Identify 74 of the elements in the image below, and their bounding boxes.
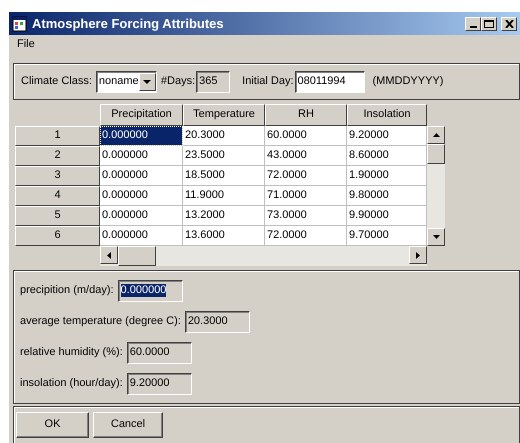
row-header[interactable]: 5 bbox=[15, 206, 100, 226]
value-field[interactable]: 9.20000 bbox=[126, 372, 192, 394]
row-header[interactable]: 3 bbox=[15, 166, 100, 186]
field-label: relative humidity (%): bbox=[20, 346, 123, 360]
scroll-right-button[interactable] bbox=[409, 246, 427, 264]
table-cell[interactable]: 18.5000 bbox=[183, 166, 265, 186]
climate-class-dropdown[interactable]: noname bbox=[96, 70, 157, 92]
field-label: average temperature (degree C): bbox=[20, 314, 181, 328]
scroll-left-button[interactable] bbox=[100, 246, 118, 264]
up-arrow-icon bbox=[432, 133, 440, 137]
climate-class-label: Climate Class: bbox=[21, 74, 92, 88]
initial-day-field[interactable]: 08011994 bbox=[294, 70, 365, 92]
table-cell[interactable]: 1.90000 bbox=[347, 166, 427, 186]
table-cell[interactable]: 0.000000 bbox=[100, 186, 183, 206]
value-field[interactable]: 20.3000 bbox=[184, 310, 250, 332]
right-arrow-icon bbox=[416, 252, 420, 258]
table-cell[interactable]: 60.0000 bbox=[265, 126, 347, 146]
down-arrow-icon bbox=[432, 235, 440, 239]
date-format-hint: (MMDDYYYY) bbox=[372, 74, 444, 88]
table-cell[interactable]: 0.000000 bbox=[100, 166, 183, 186]
table-cell[interactable]: 23.5000 bbox=[183, 146, 265, 166]
table-cell[interactable]: 0.000000 bbox=[100, 126, 183, 146]
column-header[interactable]: Insolation bbox=[347, 104, 427, 126]
scroll-thumb[interactable] bbox=[427, 144, 445, 164]
dialog-button[interactable]: OK bbox=[16, 412, 89, 438]
app-icon bbox=[12, 16, 28, 32]
row-header[interactable]: 2 bbox=[15, 146, 100, 166]
row-header[interactable]: 6 bbox=[15, 226, 100, 246]
maximize-button[interactable] bbox=[481, 16, 497, 30]
table-cell[interactable]: 13.2000 bbox=[183, 206, 265, 226]
table-cell[interactable]: 11.9000 bbox=[183, 186, 265, 206]
row-header[interactable]: 4 bbox=[15, 186, 100, 206]
table-cell[interactable]: 43.0000 bbox=[265, 146, 347, 166]
table-cell[interactable]: 0.000000 bbox=[100, 226, 183, 246]
field-label: insolation (hour/day): bbox=[20, 376, 123, 390]
minimize-icon bbox=[470, 26, 476, 28]
column-header[interactable]: Precipitation bbox=[100, 104, 183, 126]
field-label: precipition (m/day): bbox=[20, 284, 114, 298]
table-cell[interactable]: 73.0000 bbox=[265, 206, 347, 226]
row-header[interactable]: 1 bbox=[15, 126, 100, 146]
vertical-scrollbar[interactable] bbox=[427, 126, 445, 246]
column-header[interactable]: RH bbox=[265, 104, 347, 126]
scroll-down-button[interactable] bbox=[427, 228, 445, 246]
table-cell[interactable]: 9.90000 bbox=[347, 206, 427, 226]
table-cell[interactable]: 8.60000 bbox=[347, 146, 427, 166]
table-cell[interactable]: 9.80000 bbox=[347, 186, 427, 206]
days-label: #Days: bbox=[160, 74, 196, 88]
initial-day-label: Initial Day: bbox=[242, 74, 294, 88]
table-cell[interactable]: 9.70000 bbox=[347, 226, 427, 246]
days-field[interactable]: 365 bbox=[196, 70, 230, 92]
table-cell[interactable]: 71.0000 bbox=[265, 186, 347, 206]
table-cell[interactable]: 13.6000 bbox=[183, 226, 265, 246]
caret-icon bbox=[143, 80, 152, 84]
table-cell[interactable]: 9.20000 bbox=[347, 126, 427, 146]
table-cell[interactable]: 72.0000 bbox=[265, 166, 347, 186]
dropdown-button[interactable] bbox=[138, 72, 156, 90]
scroll-up-button[interactable] bbox=[427, 126, 445, 144]
close-button[interactable] bbox=[501, 16, 517, 30]
dialog-button[interactable]: Cancel bbox=[93, 412, 163, 438]
table-cell[interactable]: 72.0000 bbox=[265, 226, 347, 246]
column-header[interactable]: Temperature bbox=[183, 104, 265, 126]
scroll-thumb[interactable] bbox=[118, 246, 156, 266]
window-title: Atmosphere Forcing Attributes bbox=[32, 16, 224, 32]
table-cell[interactable]: 20.3000 bbox=[183, 126, 265, 146]
left-arrow-icon bbox=[107, 252, 111, 258]
value-field[interactable]: 60.0000 bbox=[126, 342, 192, 364]
menu-item[interactable]: File bbox=[13, 38, 39, 52]
horizontal-scrollbar[interactable] bbox=[100, 246, 427, 266]
minimize-button[interactable] bbox=[465, 16, 481, 30]
table-cell[interactable]: 0.000000 bbox=[100, 146, 183, 166]
value-field[interactable]: 0.000000 bbox=[118, 280, 183, 302]
close-icon bbox=[504, 20, 514, 28]
table-cell[interactable]: 0.000000 bbox=[100, 206, 183, 226]
maximize-icon bbox=[484, 19, 494, 28]
